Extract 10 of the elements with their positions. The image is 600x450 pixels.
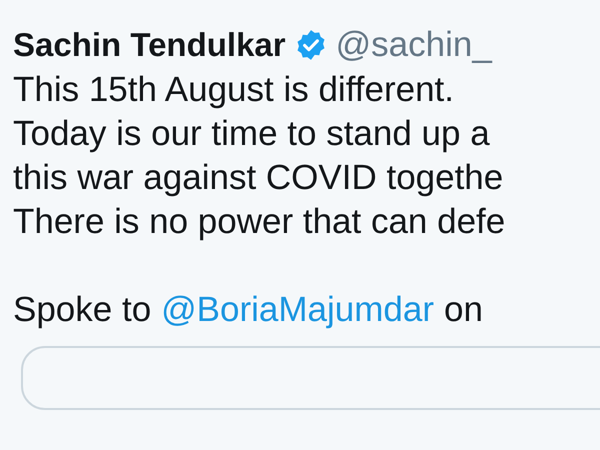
author-handle[interactable]: @sachin_ xyxy=(336,25,492,65)
tweet-text: Spoke to xyxy=(13,289,152,331)
tweet-text-line: This 15th August is different. xyxy=(13,69,454,111)
quoted-card[interactable] xyxy=(21,346,600,410)
author-name[interactable]: Sachin Tendulkar xyxy=(13,26,286,64)
mention-link[interactable]: @BoriaMajumdar xyxy=(161,288,434,332)
tweet-text-line: There is no power that can defe xyxy=(13,201,506,243)
tweet-text-line: this war against COVID togethe xyxy=(13,157,504,199)
tweet-text: on xyxy=(444,289,483,331)
tweet-text-line: Today is our time to stand up a xyxy=(13,113,490,155)
